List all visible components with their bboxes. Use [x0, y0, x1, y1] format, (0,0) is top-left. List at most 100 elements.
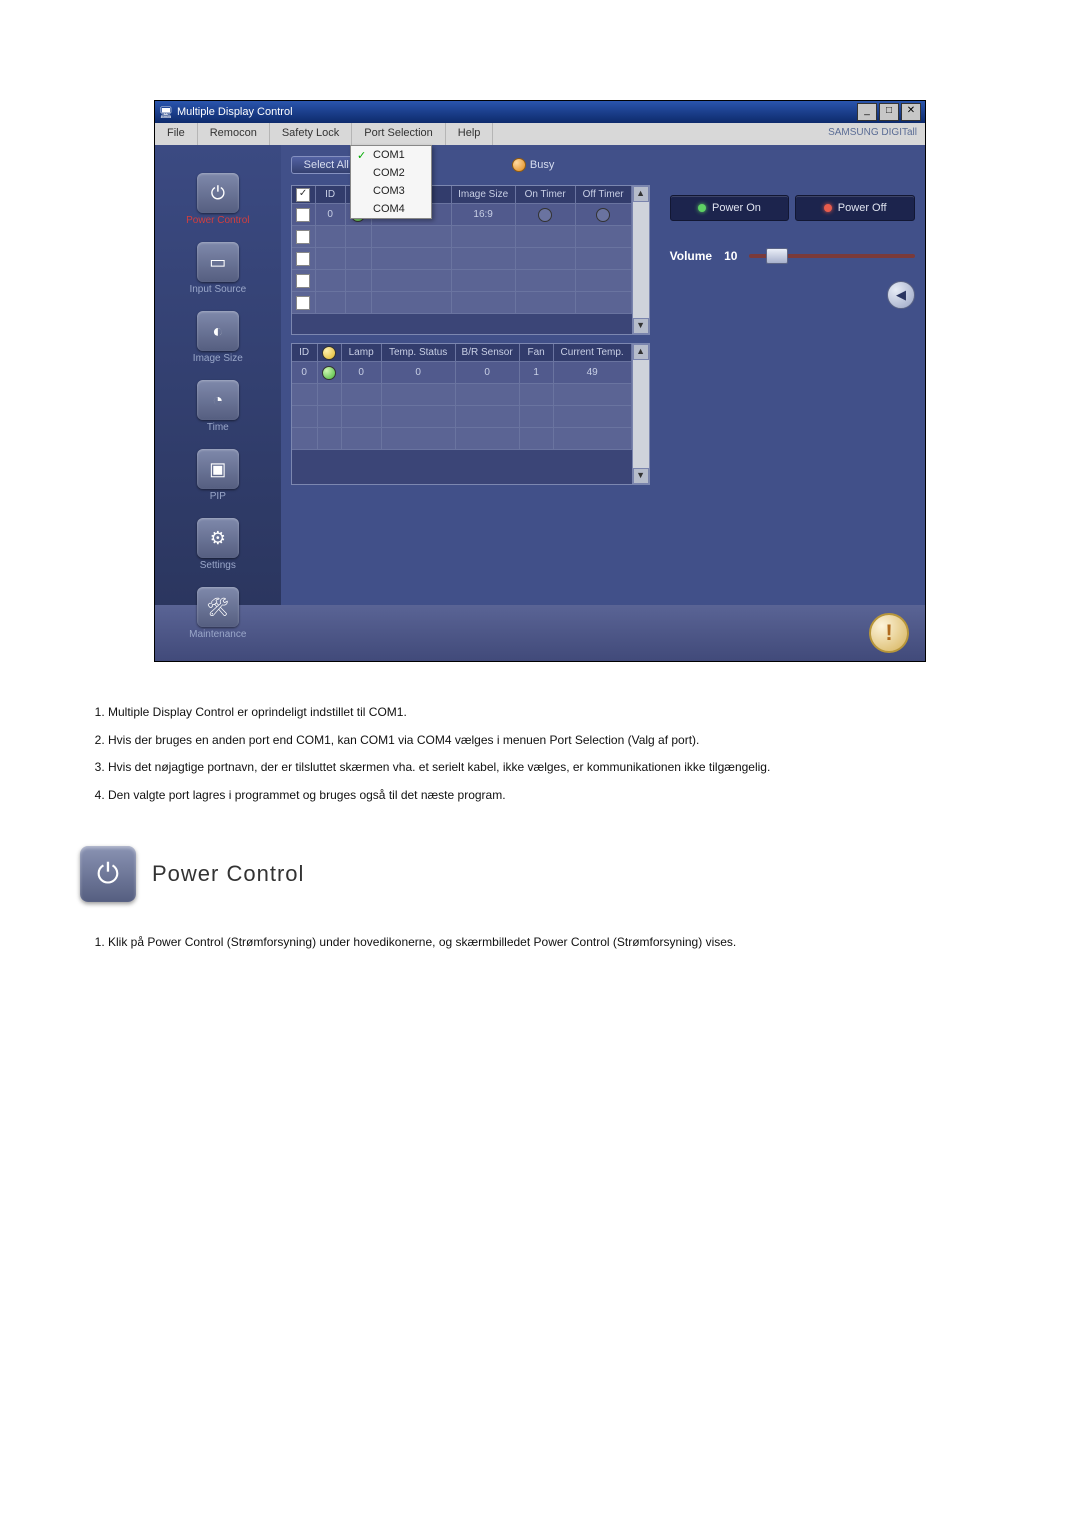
menu-file[interactable]: File: [155, 123, 198, 145]
col-checkbox: [292, 186, 316, 204]
cell-on-timer: [516, 204, 576, 226]
volume-slider-thumb[interactable]: [766, 248, 788, 264]
power-control-notes: Klik på Power Control (Strømforsyning) u…: [80, 932, 1000, 954]
table-header: ID Lamp Temp. Status B/R Sensor Fan Curr…: [292, 344, 632, 362]
busy-dot-icon: [512, 158, 526, 172]
sidebar-item-image-size[interactable]: ◐ Image Size: [155, 311, 281, 364]
sidebar-item-power-control[interactable]: ⏻ Power Control: [155, 173, 281, 226]
cell-off-timer: [576, 204, 632, 226]
sidebar-item-label: Image Size: [155, 353, 281, 364]
cell-temp-status: 0: [382, 362, 456, 384]
col-lamp: Lamp: [342, 344, 382, 362]
table-row: [292, 292, 632, 314]
sidebar-item-label: Time: [155, 422, 281, 433]
table-header: ID Input Image Size On Timer Off Timer: [292, 186, 632, 204]
port-option-com3[interactable]: COM3: [351, 182, 431, 200]
sidebar-item-label: Maintenance: [155, 629, 281, 640]
list-item: Hvis der bruges en anden port end COM1, …: [108, 730, 1000, 752]
main-area: Select All Busy ID Input Image Size On T…: [281, 145, 660, 605]
right-panel: Power On Power Off Volume 10 ◀: [660, 145, 925, 605]
power-control-icon: ⏻: [80, 846, 136, 902]
sidebar-item-maintenance[interactable]: 🛠 Maintenance: [155, 587, 281, 640]
volume-value: 10: [724, 249, 737, 263]
col-id: ID: [292, 344, 318, 362]
scroll-down-icon[interactable]: ▼: [633, 318, 649, 334]
table-row: [292, 384, 632, 406]
menu-help[interactable]: Help: [446, 123, 494, 145]
sidebar-item-settings[interactable]: ⚙ Settings: [155, 518, 281, 571]
sidebar-item-label: Settings: [155, 560, 281, 571]
maintenance-icon: 🛠: [197, 587, 239, 627]
cell-id: 0: [292, 362, 318, 384]
mute-button[interactable]: ◀: [887, 281, 915, 309]
cell-br-sensor: 0: [456, 362, 520, 384]
maximize-button[interactable]: □: [879, 103, 899, 121]
image-size-icon: ◐: [197, 311, 239, 351]
col-id: ID: [316, 186, 346, 204]
table-row[interactable]: 0 PC 16:9: [292, 204, 632, 226]
brand-label: SAMSUNG DIGITall: [493, 123, 925, 145]
pip-icon: ▣: [197, 449, 239, 489]
sidebar-item-label: Input Source: [155, 284, 281, 295]
power-off-dot-icon: [824, 204, 832, 212]
cell-lamp: 0: [342, 362, 382, 384]
menubar: File Remocon Safety Lock Port Selection …: [155, 123, 925, 145]
scrollbar[interactable]: ▲ ▼: [632, 344, 649, 484]
displays-table: ID Input Image Size On Timer Off Timer 0…: [291, 185, 650, 335]
volume-slider[interactable]: [749, 254, 915, 258]
col-off-timer: Off Timer: [576, 186, 632, 204]
cell-image-size: 16:9: [452, 204, 516, 226]
speaker-icon: ◀: [896, 287, 906, 303]
list-item: Multiple Display Control er oprindeligt …: [108, 702, 1000, 724]
port-option-com1[interactable]: COM1: [351, 146, 431, 164]
col-power-icon: [318, 344, 342, 362]
section-heading: ⏻ Power Control: [80, 846, 1000, 902]
settings-icon: ⚙: [197, 518, 239, 558]
scroll-down-icon[interactable]: ▼: [633, 468, 649, 484]
col-fan: Fan: [520, 344, 554, 362]
list-item: Hvis det nøjagtige portnavn, der er tils…: [108, 757, 1000, 779]
minimize-button[interactable]: _: [857, 103, 877, 121]
sidebar: ⏻ Power Control ▭ Input Source ◐ Image S…: [155, 145, 281, 605]
row-checkbox[interactable]: [296, 208, 310, 222]
sidebar-item-time[interactable]: ◔ Time: [155, 380, 281, 433]
cell-current-temp: 49: [554, 362, 632, 384]
table-row: [292, 248, 632, 270]
list-item: Klik på Power Control (Strømforsyning) u…: [108, 932, 1000, 954]
sidebar-item-pip[interactable]: ▣ PIP: [155, 449, 281, 502]
alert-icon: !: [869, 613, 909, 653]
app-icon: 🖥: [159, 106, 173, 119]
scroll-up-icon[interactable]: ▲: [633, 186, 649, 202]
section-title: Power Control: [152, 861, 304, 887]
scrollbar[interactable]: ▲ ▼: [632, 186, 649, 334]
busy-label: Busy: [530, 159, 554, 171]
sidebar-item-label: PIP: [155, 491, 281, 502]
menu-port-selection[interactable]: Port Selection: [352, 123, 445, 145]
col-current-temp: Current Temp.: [554, 344, 632, 362]
scroll-up-icon[interactable]: ▲: [633, 344, 649, 360]
table-row[interactable]: 0 0 0 0 1 49: [292, 362, 632, 384]
port-option-com4[interactable]: COM4: [351, 200, 431, 218]
close-button[interactable]: ✕: [901, 103, 921, 121]
table-row: [292, 270, 632, 292]
col-br-sensor: B/R Sensor: [456, 344, 520, 362]
menu-safety-lock[interactable]: Safety Lock: [270, 123, 352, 145]
port-selection-notes: Multiple Display Control er oprindeligt …: [80, 702, 1000, 806]
port-selection-dropdown: COM1 COM2 COM3 COM4: [350, 145, 432, 219]
cell-id: 0: [316, 204, 346, 226]
power-off-label: Power Off: [838, 202, 887, 214]
port-option-com2[interactable]: COM2: [351, 164, 431, 182]
power-on-dot-icon: [698, 204, 706, 212]
window-title: Multiple Display Control: [177, 106, 293, 118]
cell-power: [318, 362, 342, 384]
power-on-button[interactable]: Power On: [670, 195, 790, 221]
table-row: [292, 428, 632, 450]
power-off-button[interactable]: Power Off: [795, 195, 915, 221]
cell-fan: 1: [520, 362, 554, 384]
menu-remocon[interactable]: Remocon: [198, 123, 270, 145]
input-source-icon: ▭: [197, 242, 239, 282]
col-image-size: Image Size: [452, 186, 516, 204]
sidebar-item-input-source[interactable]: ▭ Input Source: [155, 242, 281, 295]
titlebar: 🖥 Multiple Display Control _ □ ✕: [155, 101, 925, 123]
list-item: Den valgte port lagres i programmet og b…: [108, 785, 1000, 807]
